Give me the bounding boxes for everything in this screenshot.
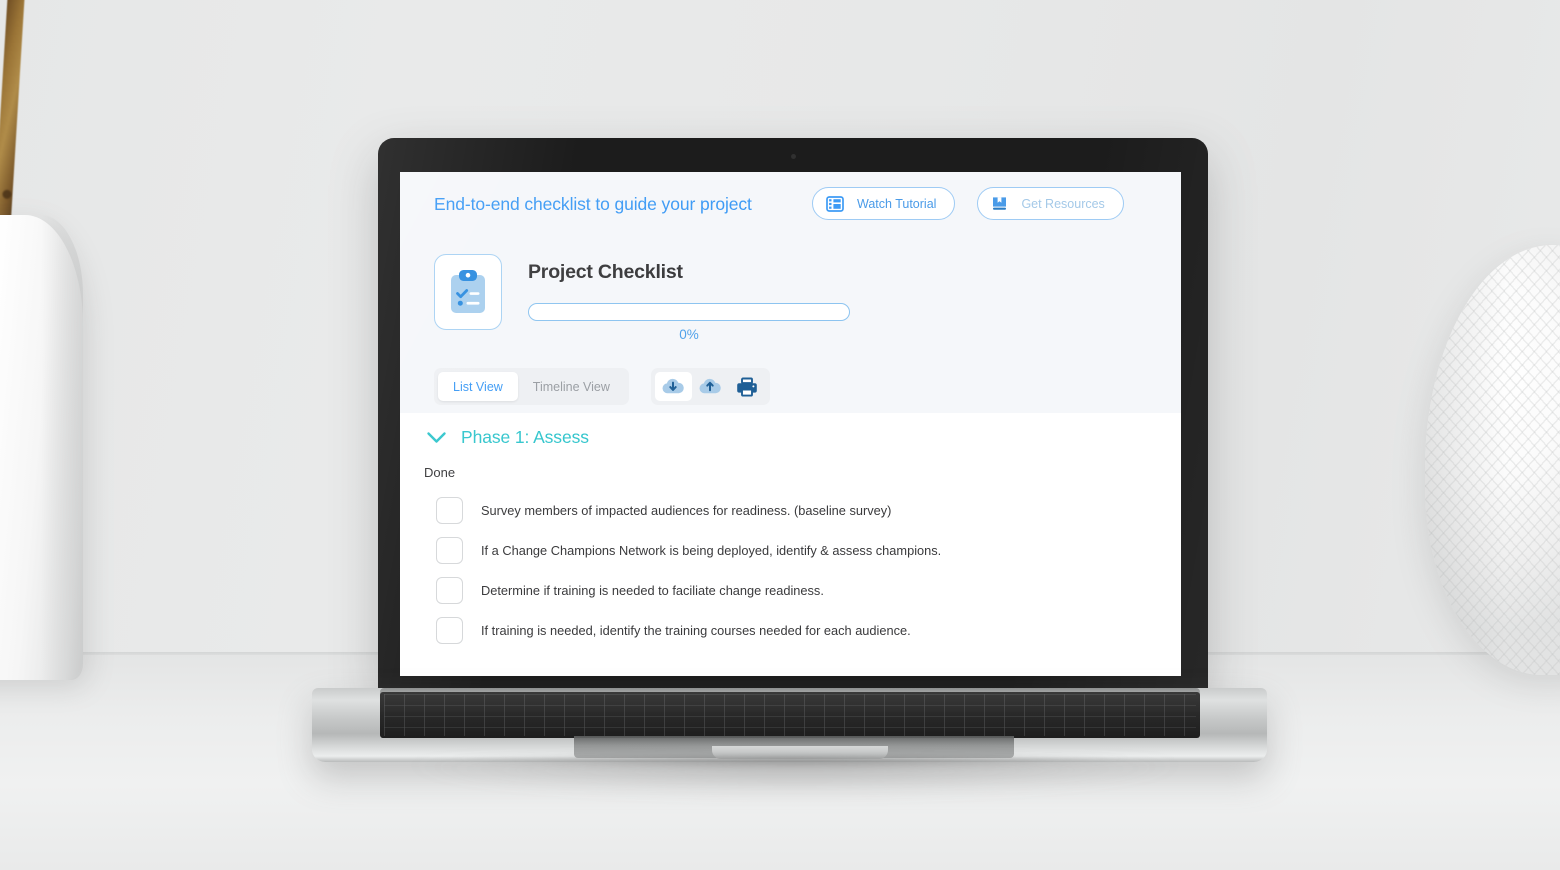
cloud-upload-icon <box>698 377 722 396</box>
view-toolbar: List View Timeline View <box>434 368 770 405</box>
tab-list-view[interactable]: List View <box>438 372 518 401</box>
progress-area: 0% <box>528 303 850 342</box>
page-headline: End-to-end checklist to guide your proje… <box>434 194 752 214</box>
checklist-content: Phase 1: Assess Done Survey members of i… <box>418 413 1181 676</box>
tab-timeline-view[interactable]: Timeline View <box>518 372 625 401</box>
watch-tutorial-label: Watch Tutorial <box>857 196 937 211</box>
app-header: End-to-end checklist to guide your proje… <box>400 172 1181 413</box>
printer-icon <box>736 377 758 397</box>
page-title: Project Checklist <box>528 261 683 283</box>
table-row[interactable]: If a Change Champions Network is being d… <box>418 530 1181 570</box>
keyboard-gloss <box>380 692 1200 738</box>
task-label: If a Change Champions Network is being d… <box>481 542 942 558</box>
upload-button[interactable] <box>692 372 729 401</box>
task-list: Survey members of impacted audiences for… <box>418 490 1181 650</box>
get-resources-label: Get Resources <box>1021 196 1105 211</box>
photo-scene: End-to-end checklist to guide your proje… <box>0 0 1560 870</box>
task-label: Survey members of impacted audiences for… <box>481 502 892 518</box>
task-checkbox[interactable] <box>436 576 463 604</box>
laptop: End-to-end checklist to guide your proje… <box>0 0 1560 870</box>
print-button[interactable] <box>729 372 766 401</box>
phase-title: Phase 1: Assess <box>461 427 589 447</box>
download-button[interactable] <box>654 372 692 401</box>
phase-header[interactable]: Phase 1: Assess <box>418 413 1181 448</box>
laptop-base <box>312 688 1267 762</box>
task-label: If training is needed, identify the trai… <box>481 622 911 638</box>
progress-bar <box>528 303 850 321</box>
laptop-screen: End-to-end checklist to guide your proje… <box>400 172 1181 676</box>
task-checkbox[interactable] <box>436 496 463 524</box>
task-checkbox[interactable] <box>436 536 463 564</box>
checklist-summary: Project Checklist 0% <box>434 254 850 342</box>
task-label: Determine if training is needed to facil… <box>481 582 824 598</box>
cloud-download-icon <box>661 377 685 396</box>
bookmark-book-icon <box>991 195 1008 212</box>
checklist-details: Project Checklist 0% <box>528 254 850 342</box>
view-switcher: List View Timeline View <box>434 368 629 405</box>
table-row[interactable]: Survey members of impacted audiences for… <box>418 490 1181 530</box>
film-icon <box>826 195 844 212</box>
watch-tutorial-button[interactable]: Watch Tutorial <box>812 187 956 220</box>
webcam-icon <box>790 154 796 159</box>
column-header-done: Done <box>424 465 456 480</box>
laptop-keyboard <box>380 692 1200 738</box>
action-icon-group <box>650 368 770 405</box>
get-resources-button[interactable]: Get Resources <box>977 187 1124 220</box>
table-row[interactable]: Determine if training is needed to facil… <box>418 570 1181 610</box>
top-actions: Watch Tutorial Get Resources <box>812 187 1124 220</box>
floor-shadow <box>250 762 1340 808</box>
chevron-down-icon[interactable] <box>426 431 447 444</box>
clipboard-checklist-icon <box>434 254 502 330</box>
progress-percent-label: 0% <box>679 327 699 342</box>
checklist-app: End-to-end checklist to guide your proje… <box>400 172 1181 676</box>
task-checkbox[interactable] <box>436 616 463 644</box>
table-row[interactable]: If training is needed, identify the trai… <box>418 610 1181 650</box>
